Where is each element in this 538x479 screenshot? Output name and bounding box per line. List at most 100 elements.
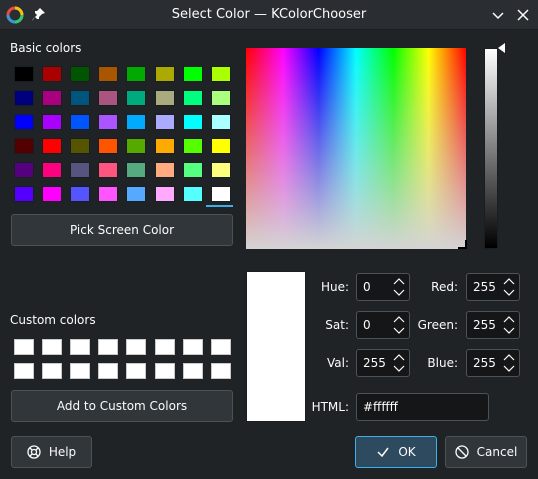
- blue-label: Blue:: [427, 356, 458, 370]
- basic-color-swatch[interactable]: [70, 66, 91, 82]
- sat-label: Sat:: [325, 318, 349, 332]
- basic-color-swatch[interactable]: [210, 138, 231, 154]
- basic-color-swatch[interactable]: [182, 138, 203, 154]
- custom-color-swatch[interactable]: [42, 339, 63, 355]
- val-spinbox[interactable]: 255: [356, 349, 410, 377]
- basic-color-swatch[interactable]: [98, 114, 119, 130]
- blue-spinbox[interactable]: 255: [466, 349, 520, 377]
- basic-color-swatch[interactable]: [126, 138, 147, 154]
- hue-spinbox[interactable]: 0: [356, 273, 410, 301]
- basic-color-swatch[interactable]: [182, 66, 203, 82]
- custom-color-swatch[interactable]: [70, 363, 91, 379]
- basic-color-swatch[interactable]: [182, 90, 203, 106]
- green-spinbox[interactable]: 255: [466, 311, 520, 339]
- custom-color-swatch[interactable]: [154, 339, 175, 355]
- basic-color-swatch[interactable]: [154, 186, 175, 202]
- basic-color-swatch[interactable]: [42, 138, 63, 154]
- sat-spinbox[interactable]: 0: [356, 311, 410, 339]
- basic-color-swatch[interactable]: [14, 90, 34, 106]
- spin-arrows-icon[interactable]: [502, 276, 516, 298]
- basic-color-swatch[interactable]: [14, 138, 34, 154]
- hue-label: Hue:: [320, 280, 349, 294]
- basic-color-swatch[interactable]: [42, 186, 63, 202]
- basic-color-swatch[interactable]: [210, 186, 231, 202]
- basic-color-swatch[interactable]: [14, 186, 34, 202]
- basic-color-swatch[interactable]: [154, 90, 175, 106]
- custom-color-swatch[interactable]: [126, 339, 147, 355]
- value-slider[interactable]: [484, 48, 498, 249]
- basic-color-swatch[interactable]: [182, 186, 203, 202]
- custom-color-swatch[interactable]: [210, 363, 231, 379]
- spin-arrows-icon[interactable]: [392, 352, 406, 374]
- custom-color-swatch[interactable]: [14, 339, 34, 355]
- basic-color-swatch[interactable]: [126, 186, 147, 202]
- basic-color-swatch[interactable]: [210, 162, 231, 178]
- custom-color-swatch[interactable]: [70, 339, 91, 355]
- red-value: 255: [473, 280, 496, 294]
- help-button-label: Help: [48, 445, 77, 459]
- basic-color-swatch[interactable]: [70, 90, 91, 106]
- basic-color-swatch[interactable]: [182, 114, 203, 130]
- basic-color-swatch[interactable]: [126, 114, 147, 130]
- basic-color-swatch[interactable]: [70, 186, 91, 202]
- custom-color-swatch[interactable]: [182, 363, 203, 379]
- basic-color-swatch[interactable]: [98, 138, 119, 154]
- basic-color-swatch[interactable]: [154, 162, 175, 178]
- basic-color-swatch[interactable]: [154, 114, 175, 130]
- spin-arrows-icon[interactable]: [502, 314, 516, 336]
- window-title: Select Color — KColorChooser: [171, 7, 367, 22]
- basic-color-swatch[interactable]: [70, 162, 91, 178]
- custom-color-swatch[interactable]: [98, 363, 119, 379]
- close-icon[interactable]: [514, 6, 532, 24]
- chevron-down-icon[interactable]: [489, 6, 507, 24]
- basic-color-swatch[interactable]: [126, 66, 147, 82]
- custom-color-swatch[interactable]: [98, 339, 119, 355]
- custom-color-swatch[interactable]: [42, 363, 63, 379]
- custom-color-swatch[interactable]: [14, 363, 34, 379]
- basic-color-swatch[interactable]: [210, 90, 231, 106]
- basic-color-swatch[interactable]: [42, 66, 63, 82]
- custom-colors-label: Custom colors: [10, 313, 96, 327]
- custom-color-swatch[interactable]: [154, 363, 175, 379]
- spin-arrows-icon[interactable]: [392, 314, 406, 336]
- basic-color-swatch[interactable]: [98, 186, 119, 202]
- pick-screen-color-button[interactable]: Pick Screen Color: [11, 214, 233, 246]
- spin-arrows-icon[interactable]: [502, 352, 516, 374]
- basic-color-swatch[interactable]: [154, 66, 175, 82]
- add-to-custom-colors-button[interactable]: Add to Custom Colors: [11, 390, 233, 422]
- basic-color-swatch[interactable]: [98, 66, 119, 82]
- cancel-button-label: Cancel: [476, 445, 518, 459]
- custom-color-swatch[interactable]: [210, 339, 231, 355]
- basic-color-swatch[interactable]: [70, 138, 91, 154]
- spin-arrows-icon[interactable]: [392, 276, 406, 298]
- basic-color-swatch[interactable]: [98, 90, 119, 106]
- basic-color-swatch[interactable]: [98, 162, 119, 178]
- hue-value: 0: [363, 280, 371, 294]
- basic-color-swatch[interactable]: [42, 90, 63, 106]
- basic-color-swatch[interactable]: [14, 114, 34, 130]
- basic-color-swatch[interactable]: [14, 66, 34, 82]
- ok-button[interactable]: OK: [355, 436, 437, 468]
- help-button[interactable]: Help: [11, 436, 92, 468]
- basic-color-swatch[interactable]: [126, 162, 147, 178]
- cancel-button[interactable]: Cancel: [445, 436, 527, 468]
- basic-colors-label: Basic colors: [10, 41, 82, 55]
- red-spinbox[interactable]: 255: [466, 273, 520, 301]
- hue-saturation-picker[interactable]: [246, 48, 466, 249]
- cancel-icon: [455, 445, 469, 459]
- value-slider-arrow-icon[interactable]: [498, 43, 506, 53]
- basic-color-swatch[interactable]: [126, 90, 147, 106]
- selected-swatch-indicator: [206, 205, 233, 207]
- basic-color-swatch[interactable]: [42, 114, 63, 130]
- basic-color-swatch[interactable]: [210, 114, 231, 130]
- custom-color-swatch[interactable]: [126, 363, 147, 379]
- basic-color-swatch[interactable]: [14, 162, 34, 178]
- basic-color-swatch[interactable]: [70, 114, 91, 130]
- custom-color-swatch[interactable]: [182, 339, 203, 355]
- basic-color-swatch[interactable]: [42, 162, 63, 178]
- basic-color-swatch[interactable]: [154, 138, 175, 154]
- val-label: Val:: [326, 356, 349, 370]
- basic-color-swatch[interactable]: [182, 162, 203, 178]
- html-input[interactable]: #ffffff: [356, 393, 489, 421]
- basic-color-swatch[interactable]: [210, 66, 231, 82]
